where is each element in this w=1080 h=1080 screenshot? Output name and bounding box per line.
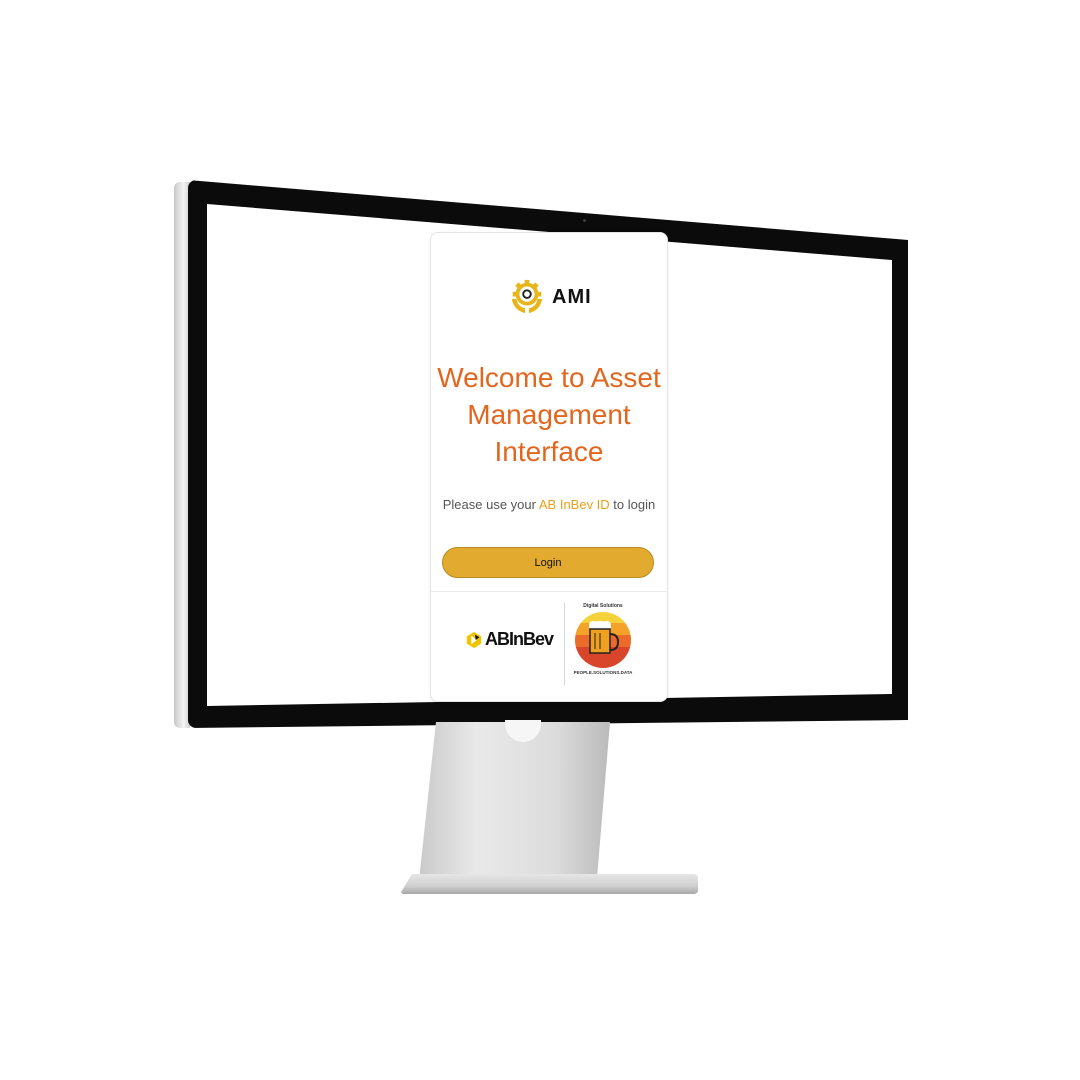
gear-hands-icon (511, 279, 543, 314)
instruction-suffix: to login (609, 497, 656, 512)
abinbev-mark-icon (466, 631, 482, 648)
logo-separator (564, 603, 565, 685)
login-instruction: Please use your AB InBev ID to login (431, 497, 667, 512)
webcam (583, 219, 586, 222)
monitor-side-edge (174, 182, 190, 728)
footer-divider (431, 591, 667, 592)
monitor-stand-neck (418, 722, 610, 890)
card-footer: ABInBev Digital Solutions PEOPLE.SOLUTIO… (431, 593, 667, 699)
abinbev-logo: ABInBev (465, 629, 554, 650)
ds-logo-bottom-text: PEOPLE.SOLUTIONS.DATA (573, 670, 633, 675)
instruction-prefix: Please use your (442, 497, 539, 512)
login-button[interactable]: Login (442, 547, 654, 578)
monitor-stand-base (400, 874, 698, 894)
login-card: AMI Welcome to Asset Management Interfac… (430, 232, 668, 702)
ds-logo-top-text: Digital Solutions (583, 603, 623, 609)
beer-mug-icon (575, 612, 631, 668)
welcome-title: Welcome to Asset Management Interface (437, 362, 661, 467)
abinbev-logo-text: ABInBev (485, 629, 554, 649)
brand-header: AMI (508, 277, 592, 317)
ab-inbev-id-highlight: AB InBev ID (538, 497, 610, 512)
brand-name: AMI (552, 285, 592, 308)
digital-solutions-logo: Digital Solutions PEOPLE.SOLUTIONS.DATA (571, 603, 635, 689)
